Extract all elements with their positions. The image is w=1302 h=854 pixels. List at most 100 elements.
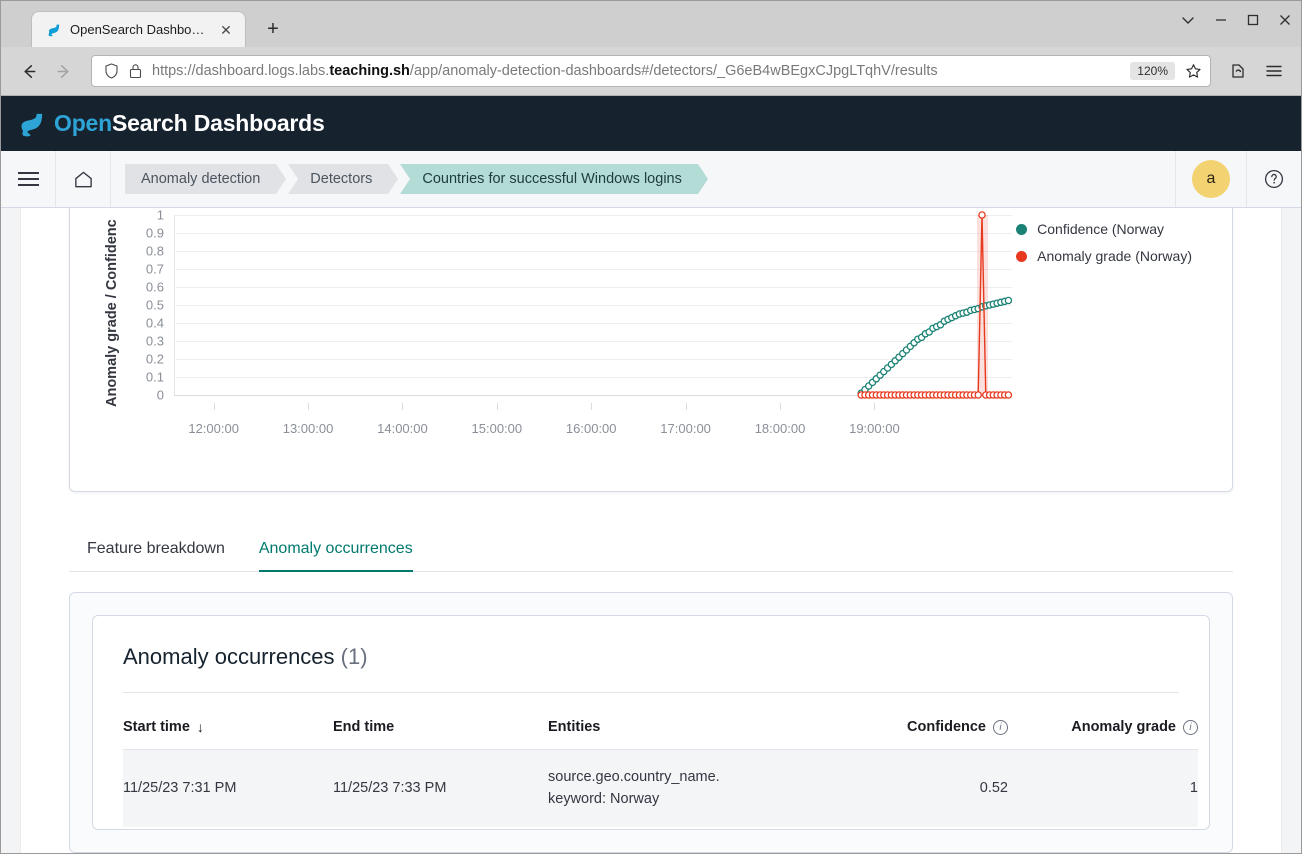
breadcrumb-item-detector-name[interactable]: Countries for successful Windows logins [400, 164, 698, 194]
browser-window: OpenSearch Dashboards ✕ + [0, 0, 1302, 854]
browser-tab[interactable]: OpenSearch Dashboards ✕ [31, 11, 246, 47]
y-tick-label: 0.9 [146, 226, 164, 241]
x-tick-label: 16:00:00 [566, 421, 617, 436]
column-header-confidence[interactable]: Confidence i [828, 693, 1008, 750]
series-point[interactable] [1005, 392, 1011, 398]
breadcrumb-item-anomaly-detection[interactable]: Anomaly detection [125, 164, 276, 194]
cell-end-time: 11/25/23 7:33 PM [333, 750, 548, 827]
lock-icon[interactable] [129, 63, 142, 79]
opensearch-logo[interactable]: OpenSearch Dashboards [19, 110, 325, 137]
cell-start-time: 11/25/23 7:31 PM [123, 750, 333, 827]
column-header-entities[interactable]: Entities [548, 693, 828, 750]
x-tick-label: 12:00:00 [188, 421, 239, 436]
zoom-level-badge[interactable]: 120% [1130, 62, 1175, 80]
legend-color-dot [1016, 251, 1027, 262]
y-tick-label: 0.8 [146, 244, 164, 259]
page-viewport: OpenSearch Dashboards Anomaly detection … [1, 95, 1301, 853]
x-tick-mark [214, 403, 215, 410]
star-icon[interactable] [1185, 63, 1202, 80]
card-title-count: (1) [341, 644, 368, 669]
x-tick-label: 18:00:00 [755, 421, 806, 436]
y-tick-label: 0.5 [146, 298, 164, 313]
legend-label: Anomaly grade (Norway) [1037, 248, 1192, 264]
column-header-end-time[interactable]: End time [333, 693, 548, 750]
cell-entities: source.geo.country_name. keyword: Norway [548, 750, 828, 827]
column-label: Confidence [907, 719, 986, 735]
x-tick-label: 14:00:00 [377, 421, 428, 436]
breadcrumb-item-detectors[interactable]: Detectors [288, 164, 388, 194]
x-tick-mark [497, 403, 498, 410]
info-icon[interactable]: i [1183, 720, 1198, 735]
y-tick-label: 1 [157, 208, 164, 223]
chart-plot-area [174, 215, 1012, 395]
nav-home-button[interactable] [56, 151, 111, 207]
x-tick-label: 19:00:00 [849, 421, 900, 436]
column-label: End time [333, 719, 394, 735]
x-tick-label: 17:00:00 [660, 421, 711, 436]
y-tick-label: 0.6 [146, 280, 164, 295]
shield-icon[interactable] [104, 63, 119, 79]
nav-menu-button[interactable] [1, 151, 56, 207]
chart-series-svg [174, 215, 1016, 395]
table-row[interactable]: 11/25/23 7:31 PM 11/25/23 7:33 PM source… [123, 750, 1198, 827]
help-circle-icon [1263, 168, 1285, 190]
extensions-icon[interactable] [1223, 56, 1253, 86]
back-arrow-icon[interactable] [13, 56, 43, 86]
legend-label: Confidence (Norway [1037, 221, 1164, 237]
close-icon[interactable]: ✕ [217, 21, 235, 39]
y-tick-label: 0.4 [146, 316, 164, 331]
url-text[interactable]: https://dashboard.logs.labs.teaching.sh/… [152, 63, 1120, 79]
brand-first: Open [54, 110, 112, 136]
anomaly-chart: Anomaly grade / Confidenc 10.90.80.70.60… [70, 208, 1232, 491]
column-header-anomaly-grade[interactable]: Anomaly gradei [1008, 693, 1198, 750]
new-tab-button[interactable]: + [258, 14, 288, 44]
page-title: Anomaly occurrences (1) [123, 644, 1179, 692]
url-prefix: https://dashboard.logs.labs. [152, 63, 329, 79]
minimize-icon[interactable] [1215, 14, 1227, 28]
user-account-button[interactable]: a [1175, 151, 1246, 207]
avatar: a [1192, 160, 1230, 198]
occurrences-card: Anomaly occurrences (1) Start time↓ [92, 615, 1210, 830]
column-header-start-time[interactable]: Start time↓ [123, 693, 333, 750]
tab-anomaly-occurrences[interactable]: Anomaly occurrences [259, 540, 413, 571]
hamburger-menu-icon[interactable] [1259, 56, 1289, 86]
app-header: OpenSearch Dashboards [1, 96, 1301, 151]
tab-feature-breakdown[interactable]: Feature breakdown [87, 540, 225, 571]
series-point[interactable] [975, 392, 981, 398]
content-wrapper: Anomaly grade / Confidenc 10.90.80.70.60… [1, 208, 1301, 853]
y-tick-label: 0.7 [146, 262, 164, 277]
table-header-row: Start time↓ End time Entities [123, 693, 1198, 750]
y-tick-label: 0.2 [146, 352, 164, 367]
list-all-tabs-icon[interactable] [1181, 13, 1195, 29]
app-nav: Anomaly detection Detectors Countries fo… [1, 151, 1301, 208]
breadcrumb: Anomaly detection Detectors Countries fo… [111, 164, 708, 194]
occurrences-table: Start time↓ End time Entities [123, 693, 1198, 827]
x-tick-mark [402, 403, 403, 410]
legend-item-confidence[interactable]: Confidence (Norway [1016, 221, 1192, 237]
right-gutter [1281, 208, 1301, 853]
browser-tab-title: OpenSearch Dashboards [70, 22, 209, 37]
anomaly-chart-panel: Anomaly grade / Confidenc 10.90.80.70.60… [69, 208, 1233, 492]
window-controls [1181, 13, 1291, 29]
info-icon[interactable]: i [993, 720, 1008, 735]
x-tick-mark [780, 403, 781, 410]
y-tick-label: 0.1 [146, 370, 164, 385]
opensearch-favicon-icon [46, 22, 62, 38]
help-button[interactable] [1246, 151, 1301, 207]
chart-y-ticks: 10.90.80.70.60.50.40.30.20.10 [124, 208, 164, 491]
series-point[interactable] [1005, 297, 1011, 303]
column-label: Entities [548, 719, 600, 735]
x-tick-mark [874, 403, 875, 410]
window-close-icon[interactable] [1279, 14, 1291, 28]
url-bar[interactable]: https://dashboard.logs.labs.teaching.sh/… [91, 55, 1211, 87]
cell-anomaly-grade: 1 [1008, 750, 1198, 827]
maximize-icon[interactable] [1247, 14, 1259, 28]
opensearch-logo-icon [19, 110, 46, 137]
browser-tabstrip: OpenSearch Dashboards ✕ + [1, 1, 1301, 47]
y-tick-label: 0.3 [146, 334, 164, 349]
app-brand: OpenSearch Dashboards [54, 110, 325, 137]
series-point[interactable] [979, 212, 985, 218]
url-suffix: /app/anomaly-detection-dashboards#/detec… [410, 63, 938, 79]
arrow-down-icon: ↓ [197, 719, 204, 735]
legend-item-anomaly-grade[interactable]: Anomaly grade (Norway) [1016, 248, 1192, 264]
